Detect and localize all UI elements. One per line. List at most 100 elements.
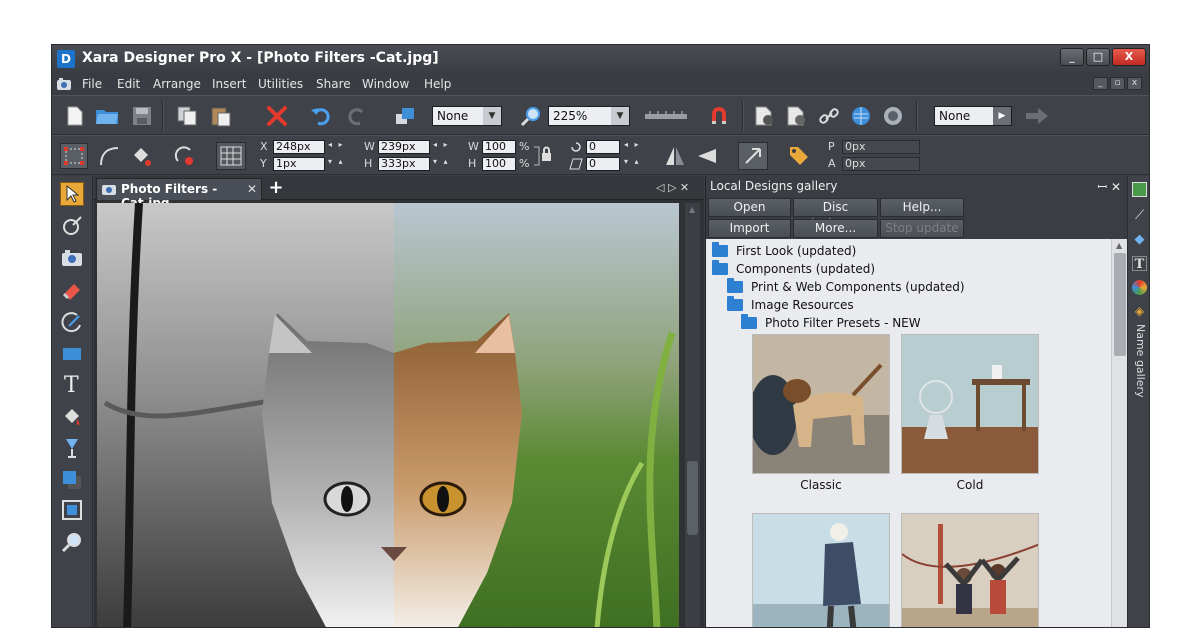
skew-icon[interactable] — [568, 156, 584, 172]
shape-editor-tool-icon[interactable] — [60, 214, 84, 238]
selection-bounds-icon[interactable] — [60, 143, 88, 169]
quality-select[interactable]: None ▼ — [432, 106, 502, 126]
web-preview-icon[interactable] — [848, 104, 874, 128]
transform-arrow-icon[interactable] — [738, 142, 768, 170]
stop-update-button[interactable]: Stop update — [880, 219, 964, 238]
bitmap-gallery-icon[interactable] — [1132, 182, 1147, 197]
a-field[interactable]: 0px — [842, 157, 920, 171]
fill-bucket-icon[interactable] — [128, 144, 154, 168]
photo-tool-icon[interactable] — [60, 246, 84, 270]
shadow-tool-icon[interactable] — [60, 468, 84, 492]
photo-canvas[interactable] — [97, 203, 679, 627]
name-gallery-tab[interactable]: Name gallery — [1130, 324, 1149, 406]
maximize-button[interactable]: □ — [1086, 48, 1110, 66]
disc-designs-button[interactable]: Disc designs... — [793, 198, 878, 231]
curve-tool-icon[interactable] — [96, 144, 122, 168]
menu-arrange[interactable]: Arrange — [153, 77, 201, 91]
thumbnail-preset-3[interactable] — [752, 513, 890, 627]
zoom-select[interactable]: 225% ▼ — [548, 106, 630, 126]
rectangle-tool-icon[interactable] — [60, 342, 84, 366]
thumbnail-preset-4[interactable] — [901, 513, 1039, 627]
title-bar[interactable]: D Xara Designer Pro X - [Photo Filters -… — [52, 45, 1149, 73]
document-icon[interactable] — [56, 77, 72, 91]
bring-to-front-icon[interactable] — [392, 104, 418, 128]
scale-height-field[interactable]: 100 — [482, 157, 516, 171]
scrollbar-thumb[interactable] — [687, 461, 698, 535]
tab-navigation-controls[interactable]: ◁ ▷ ✕ — [656, 181, 689, 194]
doc-minimize-button[interactable]: _ — [1093, 77, 1108, 90]
pen-tool-icon[interactable] — [60, 310, 84, 334]
height-field[interactable]: 333px — [378, 157, 430, 171]
flip-vertical-icon[interactable] — [694, 144, 720, 168]
scale-width-field[interactable]: 100 — [482, 140, 516, 154]
menu-window[interactable]: Window — [362, 77, 409, 91]
zoom-icon[interactable] — [518, 104, 544, 128]
tree-item-print-web[interactable]: Print & Web Components (updated) — [727, 278, 965, 294]
open-button[interactable]: Open — [708, 198, 791, 217]
tree-item-image-resources[interactable]: Image Resources — [727, 296, 854, 312]
play-icon[interactable]: ▶ — [993, 107, 1011, 125]
save-icon[interactable] — [130, 104, 154, 128]
height-stepper[interactable]: ▾ ▴ — [433, 157, 450, 166]
scroll-up-icon[interactable]: ▲ — [1116, 241, 1122, 250]
x-stepper[interactable]: ◂ ▸ — [328, 140, 345, 149]
undo-icon[interactable] — [308, 104, 334, 128]
rotate-handle-icon[interactable] — [172, 144, 198, 168]
publish-icon[interactable] — [880, 104, 906, 128]
font-gallery-icon[interactable]: T — [1132, 256, 1147, 272]
width-field[interactable]: 239px — [378, 140, 430, 154]
gallery-pin-close-controls[interactable]: ꟷ ✕ — [1097, 178, 1121, 195]
chevron-down-icon[interactable]: ▼ — [611, 107, 629, 125]
fill-gallery-icon[interactable]: ◆ — [1132, 232, 1147, 247]
aspect-lock-icon[interactable] — [530, 142, 556, 170]
link-icon[interactable] — [816, 104, 842, 128]
zoom-tool-icon[interactable] — [60, 530, 84, 554]
name-gallery-tag-icon[interactable]: ◈ — [1132, 304, 1147, 319]
open-folder-icon[interactable] — [94, 104, 120, 128]
tag-icon[interactable] — [786, 144, 812, 168]
fill-tool-icon[interactable] — [60, 404, 84, 428]
rotation-stepper[interactable]: ◂ ▸ — [624, 140, 641, 149]
skew-stepper[interactable]: ▾ ▴ — [624, 157, 641, 166]
import-button[interactable]: Import — [708, 219, 791, 238]
width-stepper[interactable]: ◂ ▸ — [433, 140, 450, 149]
more-button[interactable]: More... — [793, 219, 878, 238]
new-document-icon[interactable] — [64, 104, 86, 128]
tree-item-components[interactable]: Components (updated) — [712, 260, 875, 276]
tab-close-icon[interactable]: ✕ — [247, 182, 257, 196]
add-tab-button[interactable]: + — [266, 177, 286, 199]
x-position-field[interactable]: 248px — [273, 140, 325, 154]
menu-file[interactable]: File — [82, 77, 102, 91]
fill-select[interactable]: None ▶ — [934, 106, 1012, 126]
mould-tool-icon[interactable] — [60, 498, 84, 522]
y-position-field[interactable]: 1px — [273, 157, 325, 171]
export-icon[interactable] — [784, 104, 810, 128]
import-icon[interactable] — [752, 104, 778, 128]
thumbnail-classic[interactable] — [752, 334, 890, 474]
menu-utilities[interactable]: Utilities — [258, 77, 303, 91]
canvas-scrollbar[interactable]: ▲ — [685, 203, 700, 627]
gallery-scrollbar[interactable]: ▲ — [1111, 239, 1128, 627]
menu-help[interactable]: Help — [424, 77, 451, 91]
line-gallery-icon[interactable]: ⟋ — [1132, 208, 1147, 223]
help-button[interactable]: Help... — [880, 198, 964, 217]
close-button[interactable]: X — [1112, 48, 1146, 66]
flip-horizontal-icon[interactable] — [662, 144, 688, 168]
ruler-icon[interactable] — [644, 106, 688, 126]
doc-restore-button[interactable]: ▫ — [1110, 77, 1125, 90]
p-field[interactable]: 0px — [842, 140, 920, 154]
tree-item-first-look[interactable]: First Look (updated) — [712, 242, 856, 258]
arrow-right-icon[interactable] — [1022, 104, 1052, 128]
y-stepper[interactable]: ▾ ▴ — [328, 157, 345, 166]
selector-tool-icon[interactable] — [60, 182, 84, 206]
skew-field[interactable]: 0 — [586, 157, 620, 171]
transparency-tool-icon[interactable] — [60, 436, 84, 460]
document-tab[interactable]: Photo Filters -Cat.jpg ✕ — [96, 178, 262, 210]
menu-insert[interactable]: Insert — [212, 77, 246, 91]
thumbnail-cold[interactable] — [901, 334, 1039, 474]
eraser-tool-icon[interactable] — [60, 278, 84, 302]
copy-icon[interactable] — [174, 104, 200, 128]
snap-magnet-icon[interactable] — [706, 104, 732, 128]
rotation-icon[interactable] — [568, 139, 584, 155]
text-tool-icon[interactable]: T — [60, 372, 84, 396]
